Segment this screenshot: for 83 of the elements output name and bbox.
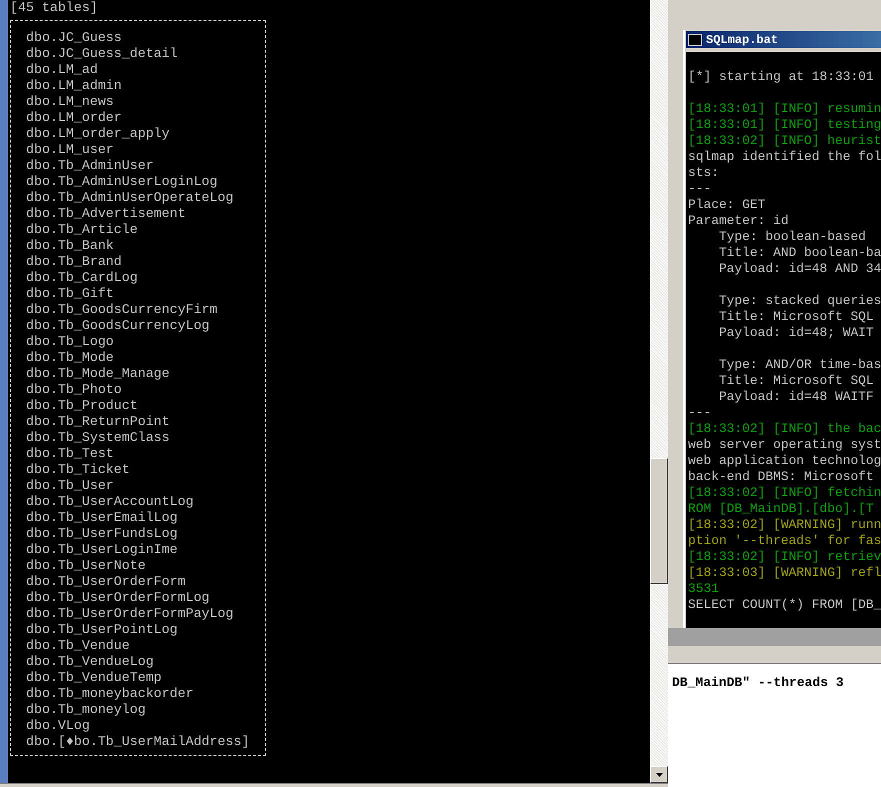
output-line: --- <box>688 181 712 197</box>
output-line: Type: boolean-based <box>718 229 867 245</box>
table-name: dbo.LM_order_apply <box>25 126 171 142</box>
table-name: dbo.Tb_AdminUserLoginLog <box>25 174 219 190</box>
table-name: dbo.Tb_Product <box>25 398 139 414</box>
table-name: dbo.Tb_ReturnPoint <box>25 414 171 430</box>
table-count: [45 tables] <box>10 0 99 16</box>
info-log-line: [18:33:02] [INFO] retriev <box>688 549 881 565</box>
output-line: --- <box>688 405 712 421</box>
output-line: back-end DBMS: Microsoft <box>688 469 875 485</box>
table-name: dbo.Tb_moneylog <box>25 702 147 718</box>
table-name: dbo.Tb_Vendue <box>25 638 131 654</box>
table-name: dbo.Tb_UserLoginIme <box>25 542 179 558</box>
table-name: dbo.Tb_Gift <box>25 286 115 302</box>
warning-log-line: ption '--threads' for fas <box>688 533 881 549</box>
table-name: dbo.LM_news <box>25 94 115 110</box>
table-name: dbo.Tb_Mode_Manage <box>25 366 171 382</box>
output-line: Payload: id=48 WAITF <box>718 389 875 405</box>
table-name: dbo.Tb_Test <box>25 446 115 462</box>
table-name: dbo.LM_admin <box>25 78 123 94</box>
warning-log-line: [18:33:03] [WARNING] refl <box>688 565 881 581</box>
table-name: dbo.LM_ad <box>25 62 99 78</box>
info-log-line: 3531 <box>688 581 720 597</box>
info-log-line: ROM [DB_MainDB].[dbo].[T <box>688 501 875 517</box>
scrollbar[interactable] <box>650 0 668 783</box>
table-name: dbo.Tb_AdminUserOperateLog <box>25 190 234 206</box>
info-log-line: [18:33:02] [INFO] fetchin <box>688 485 881 501</box>
table-name: dbo.Tb_Advertisement <box>25 206 187 222</box>
table-name: dbo.Tb_Photo <box>25 382 123 398</box>
table-name: dbo.Tb_SystemClass <box>25 430 171 446</box>
info-log-line: [18:33:02] [INFO] the bac <box>688 421 881 437</box>
table-name: dbo.Tb_AdminUser <box>25 158 155 174</box>
output-line: Title: Microsoft SQL <box>718 309 875 325</box>
table-name: dbo.LM_order <box>25 110 123 126</box>
table-name: dbo.Tb_UserAccountLog <box>25 494 195 510</box>
table-name: dbo.JC_Guess_detail <box>25 46 179 62</box>
warning-log-line: [18:33:02] [WARNING] runn <box>688 517 881 533</box>
table-name: dbo.Tb_Brand <box>25 254 123 270</box>
table-name: dbo.Tb_Bank <box>25 238 115 254</box>
table-name: dbo.Tb_Mode <box>25 350 115 366</box>
table-name: dbo.Tb_UserEmailLog <box>25 510 179 526</box>
table-name: dbo.Tb_Ticket <box>25 462 131 478</box>
table-name: dbo.Tb_moneybackorder <box>25 686 195 702</box>
table-name: dbo.Tb_GoodsCurrencyLog <box>25 318 211 334</box>
table-name: dbo.Tb_VendueTemp <box>25 670 163 686</box>
scroll-down-button[interactable] <box>650 766 668 783</box>
table-name: dbo.Tb_UserOrderForm <box>25 574 187 590</box>
info-log-line: [18:33:01] [INFO] resumin <box>688 101 881 117</box>
output-line: Type: stacked queries <box>718 293 881 309</box>
output-line: sts: <box>688 165 720 181</box>
output-line: Parameter: id <box>688 213 790 229</box>
output-line: Type: AND/OR time-bas <box>718 357 881 373</box>
table-name: dbo.Tb_UserNote <box>25 558 147 574</box>
table-name: dbo.Tb_User <box>25 478 115 494</box>
table-name: dbo.Tb_UserPointLog <box>25 622 179 638</box>
info-log-line: [18:33:01] [INFO] testing <box>688 117 881 133</box>
table-name: dbo.[♦bo.Tb_UserMailAddress] <box>25 734 250 750</box>
table-name: dbo.Tb_Logo <box>25 334 115 350</box>
table-name: dbo.Tb_VendueLog <box>25 654 155 670</box>
output-line: web server operating syst <box>688 437 881 453</box>
info-log-line: [18:33:02] [INFO] heurist <box>688 133 881 149</box>
scrollbar-thumb[interactable] <box>650 458 668 584</box>
output-line: sqlmap identified the fol <box>688 149 881 165</box>
table-name: dbo.JC_Guess <box>25 30 123 46</box>
table-name: dbo.Tb_CardLog <box>25 270 139 286</box>
table-name: dbo.Tb_UserOrderFormPayLog <box>25 606 234 622</box>
output-line: Title: Microsoft SQL <box>718 373 875 389</box>
output-line: Payload: id=48 AND 34 <box>718 261 881 277</box>
table-name: dbo.Tb_UserFundsLog <box>25 526 179 542</box>
output-line: web application technolog <box>688 453 881 469</box>
console-icon <box>688 34 702 46</box>
output-line: Title: AND boolean-ba <box>718 245 881 261</box>
table-name: dbo.VLog <box>25 718 91 734</box>
table-name: dbo.Tb_Article <box>25 222 139 238</box>
table-name: dbo.LM_user <box>25 142 115 158</box>
output-line: Place: GET <box>688 197 766 213</box>
table-name: dbo.Tb_UserOrderFormLog <box>25 590 211 606</box>
output-line: [*] starting at 18:33:01 <box>688 69 875 85</box>
table-name: dbo.Tb_GoodsCurrencyFirm <box>25 302 219 318</box>
window-title: SQLmap.bat <box>706 32 778 48</box>
caret-icon <box>656 772 662 776</box>
output-line: Payload: id=48; WAIT <box>718 325 875 341</box>
command-text: DB_MainDB" --threads 3 <box>672 675 844 690</box>
